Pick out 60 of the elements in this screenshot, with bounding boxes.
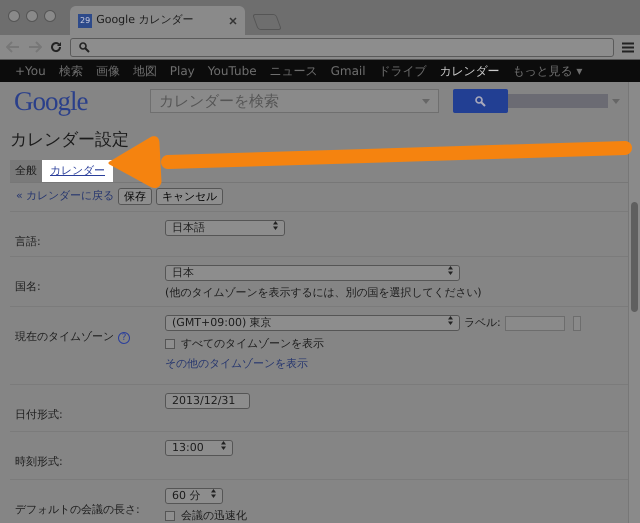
hint-text: (他のタイムゾーンを表示するには、別の国を選択してください) bbox=[165, 285, 482, 301]
tab-title: Google カレンダー bbox=[96, 12, 194, 28]
nav-link[interactable]: カレンダー bbox=[436, 62, 510, 80]
setting-label: 日付形式: bbox=[15, 408, 63, 421]
search-icon bbox=[475, 96, 486, 106]
nav-link[interactable]: もっと見る ▾ bbox=[510, 62, 592, 80]
help-icon[interactable]: ? bbox=[118, 332, 130, 344]
reload-icon[interactable] bbox=[50, 41, 62, 53]
up-down-arrows-icon bbox=[273, 221, 278, 230]
address-bar[interactable] bbox=[70, 38, 614, 56]
up-down-arrows-icon bbox=[211, 489, 216, 498]
action-button[interactable]: 保存 bbox=[118, 188, 152, 205]
checkbox[interactable]: 会議の迅速化 bbox=[165, 508, 247, 523]
label-field[interactable] bbox=[504, 316, 565, 331]
dropdown[interactable]: 13:00 bbox=[165, 440, 233, 456]
search-icon bbox=[79, 42, 90, 52]
menu-icon[interactable] bbox=[622, 42, 634, 52]
dropdown[interactable]: 日本 bbox=[165, 265, 460, 281]
field-extra bbox=[572, 316, 581, 331]
page-title: カレンダー設定 bbox=[9, 129, 130, 152]
nav-link[interactable]: Play bbox=[166, 62, 205, 80]
browser-tab[interactable]: 29 Google カレンダー bbox=[70, 6, 245, 35]
nav-link[interactable]: 地図 bbox=[130, 62, 167, 80]
google-logo: Google bbox=[14, 84, 88, 118]
nav-link[interactable]: YouTube bbox=[204, 62, 267, 80]
field-label: ラベル: bbox=[464, 315, 501, 331]
caret-icon bbox=[422, 98, 430, 104]
up-down-arrows-icon bbox=[448, 266, 453, 275]
link[interactable]: その他のタイムゾーンを表示 bbox=[165, 356, 308, 372]
setting-label: 時刻形式: bbox=[15, 455, 63, 468]
setting-label: 現在のタイムゾーン bbox=[15, 330, 114, 343]
window-control-button[interactable] bbox=[26, 10, 38, 22]
window-control-button[interactable] bbox=[44, 10, 56, 22]
scrollbar[interactable] bbox=[628, 82, 640, 523]
nav-link[interactable]: 画像 bbox=[92, 62, 130, 80]
up-down-arrows-icon bbox=[221, 441, 226, 450]
back-link[interactable]: « カレンダーに戻る bbox=[16, 188, 114, 205]
dropdown[interactable]: 日本語 bbox=[165, 220, 285, 236]
nav-link[interactable]: +You bbox=[12, 62, 56, 80]
dropdown[interactable]: (GMT+09:00) 東京 bbox=[165, 315, 460, 332]
nav-link[interactable]: 検索 bbox=[56, 62, 93, 80]
setting-label: デフォルトの会議の長さ: bbox=[15, 503, 140, 516]
calendar-favicon: 29 bbox=[78, 14, 92, 28]
nav-link[interactable]: ニュース bbox=[266, 62, 328, 80]
close-icon[interactable] bbox=[229, 16, 237, 24]
nav-link[interactable]: ドライブ bbox=[376, 62, 437, 80]
caret-icon bbox=[612, 98, 620, 104]
action-button[interactable]: キャンセル bbox=[156, 188, 224, 205]
settings-tab[interactable]: カレンダー bbox=[42, 160, 113, 182]
nav-link[interactable]: Gmail bbox=[328, 62, 376, 80]
settings-tab[interactable]: 全般 bbox=[10, 160, 42, 182]
setting-label: 言語: bbox=[15, 235, 41, 248]
setting-label: 国名: bbox=[15, 280, 41, 293]
new-tab-button[interactable] bbox=[252, 14, 282, 30]
window-control-button[interactable] bbox=[8, 10, 20, 22]
dropdown[interactable]: 60 分 bbox=[165, 488, 223, 504]
checkbox[interactable]: すべてのタイムゾーンを表示 bbox=[165, 336, 324, 352]
search-button[interactable] bbox=[453, 89, 508, 113]
dropdown[interactable]: 2013/12/31 bbox=[165, 393, 250, 409]
up-down-arrows-icon bbox=[448, 316, 453, 326]
